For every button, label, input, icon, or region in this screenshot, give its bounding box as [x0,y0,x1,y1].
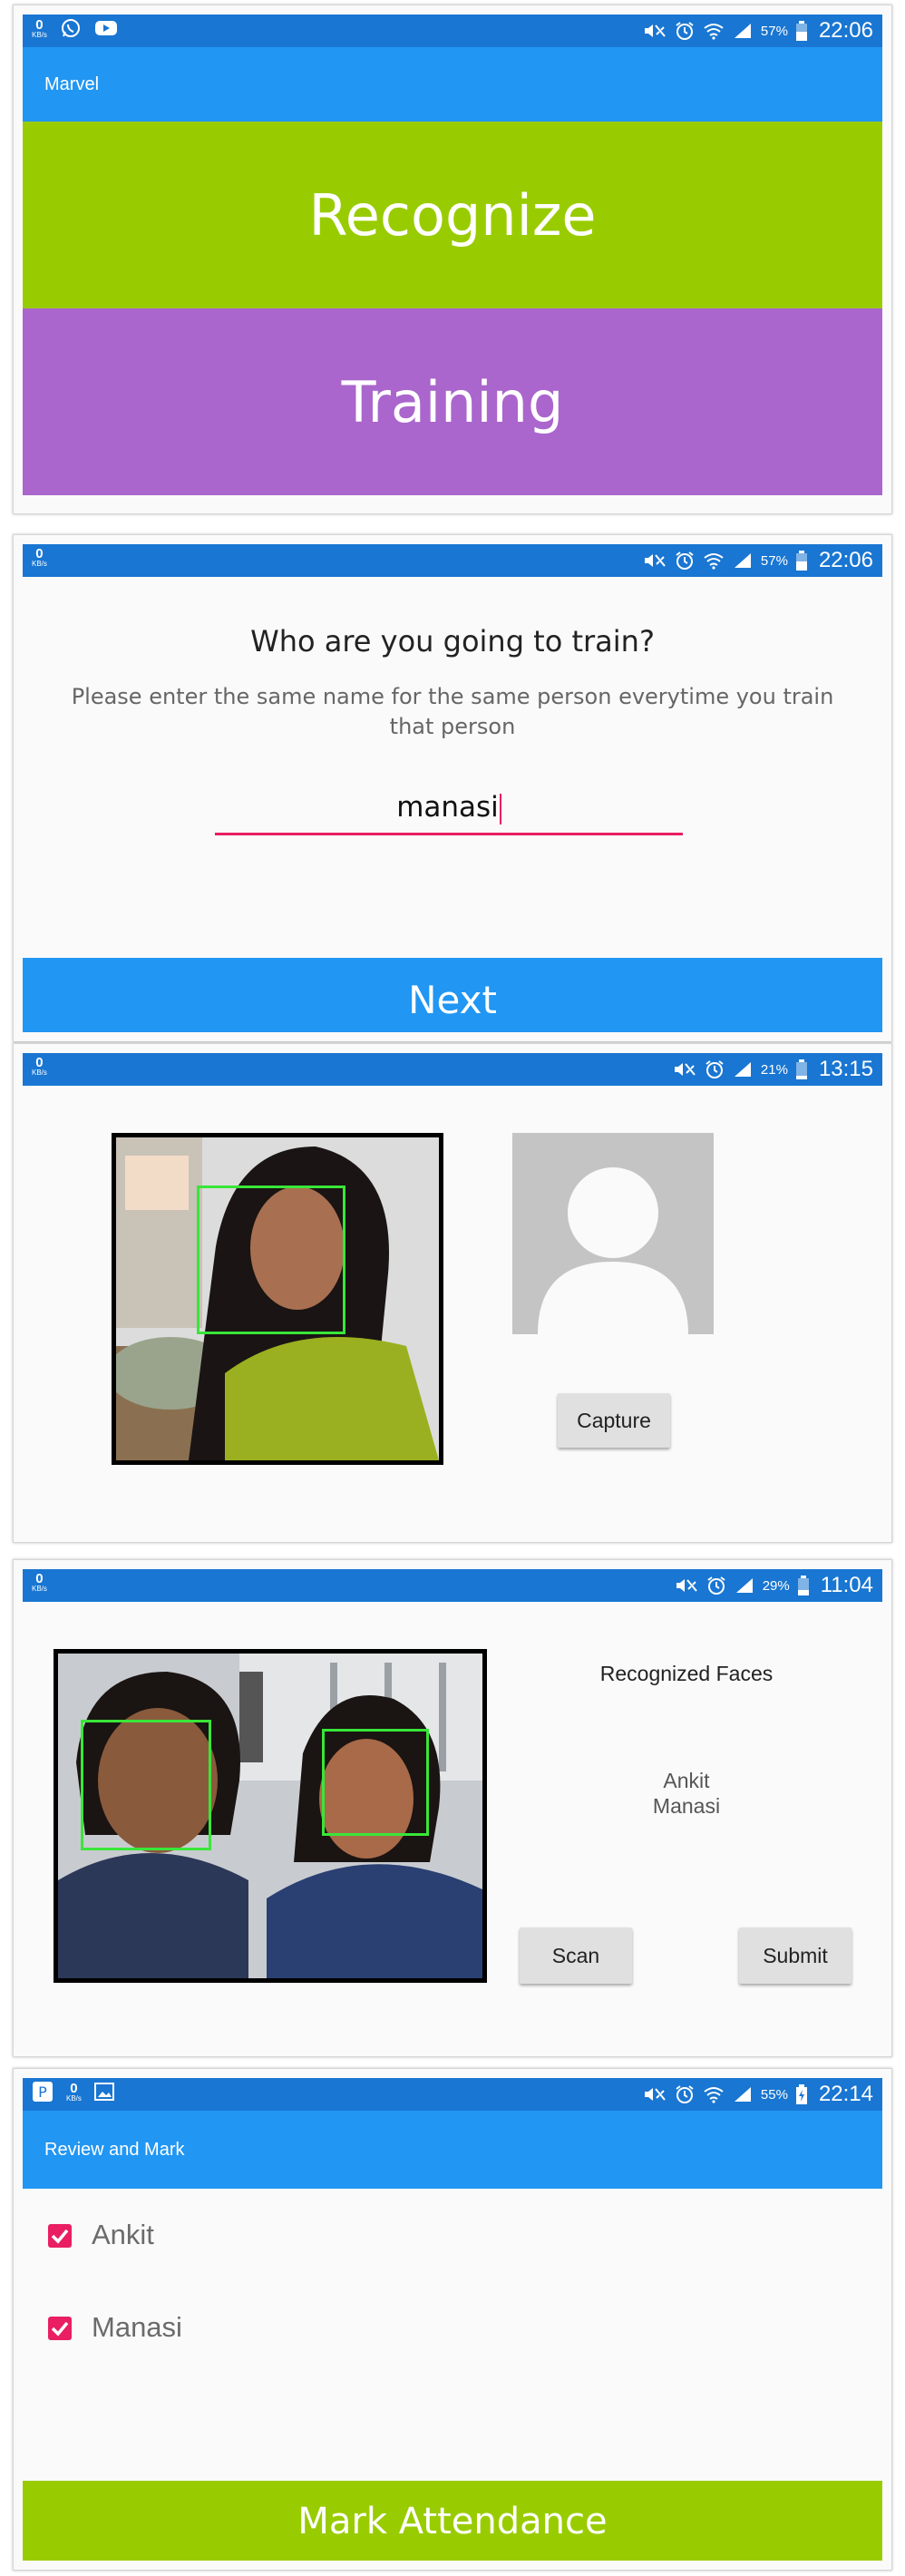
mute-icon [644,2088,666,2101]
training-button[interactable]: Training [23,308,882,495]
ankit-checkbox[interactable] [48,2224,72,2248]
recognize-button[interactable]: Recognize [23,122,882,308]
face-detection-box-manasi [322,1729,429,1836]
network-speed: 0 KB/s [32,16,47,39]
clock: 22:06 [818,548,873,572]
home-screen-panel: 0 KB/s 57% 22:06 Marvel Recognize Trainin… [13,5,892,514]
clock: 11:04 [820,1573,873,1597]
network-speed: 0 KB/s [32,546,47,568]
mute-icon [644,24,666,37]
whatsapp-icon [61,19,80,37]
text-cursor [499,793,501,825]
network-speed: 0 KB/s [66,2080,82,2103]
name-field[interactable]: manasi [215,791,683,835]
status-bar: 0 KB/s 57% 22:06 [23,544,882,577]
recognize-label: Recognize [308,181,597,249]
app-title: Marvel [44,74,100,94]
youtube-icon [94,21,117,35]
app-bar: Review and Mark [23,2111,882,2189]
battery-percent: 57% [760,552,788,569]
battery-icon [797,1576,809,1595]
clock: 22:14 [818,2082,873,2106]
person-silhouette-icon [538,1167,688,1334]
recognize-panel: 0 KB/s 29% 11:04 Recognized Faces Ankit … [13,1559,892,2057]
battery-percent: 57% [760,23,788,39]
recognized-face-ankit: Ankit [663,1769,710,1792]
signal-icon [734,24,751,38]
next-label: Next [408,977,497,1022]
capture-panel: 0 KB/s 21% 13:15 Capture [13,1043,892,1543]
network-speed: 0 KB/s [32,1055,47,1077]
review-panel: P 0 KB/s 55% 22:14 Review and Mark Ankit… [13,2068,892,2571]
battery-icon [795,1059,807,1079]
svg-text:P: P [38,2083,47,2101]
signal-icon [734,2087,751,2102]
alarm-icon [676,2085,694,2103]
alarm-icon [676,22,694,40]
face-detection-box [197,1186,345,1334]
train-name-panel: 0 KB/s 57% 22:06 Who are you going to tra… [13,534,892,1042]
mark-attendance-label: Mark Attendance [297,2501,608,2542]
battery-percent: 29% [762,1577,790,1594]
network-speed: 0 KB/s [32,1571,47,1593]
battery-icon [795,21,807,41]
scan-label: Scan [551,1943,600,1967]
recognized-faces-heading: Recognized Faces [599,1662,774,1685]
alarm-icon [706,1060,724,1078]
clock: 22:06 [818,18,873,43]
alarm-icon [676,551,694,570]
app-bar: Marvel [23,47,882,122]
train-heading: Who are you going to train? [250,624,655,659]
capture-label: Capture [577,1408,651,1432]
face-detection-box-ankit [81,1720,211,1850]
next-button[interactable]: Next [23,958,882,1032]
alarm-icon [707,1576,725,1595]
mark-attendance-button[interactable]: Mark Attendance [23,2481,882,2561]
status-bar: 0 KB/s 29% 11:04 [23,1569,882,1602]
camera-preview [112,1133,443,1465]
clock: 13:15 [818,1057,873,1081]
training-label: Training [341,368,564,435]
wifi-icon [704,2087,724,2103]
status-bar: P 0 KB/s 55% 22:14 [23,2078,882,2111]
manasi-label: Manasi [92,2311,182,2343]
submit-button[interactable]: Submit [739,1927,851,1984]
mute-icon [676,1579,697,1592]
battery-icon [795,551,807,571]
scan-button[interactable]: Scan [520,1927,632,1984]
charging-battery-icon [795,2084,807,2104]
recognition-preview [54,1649,487,1983]
battery-percent: 21% [760,1061,788,1078]
signal-icon [735,1578,753,1593]
ankit-label: Ankit [92,2219,154,2250]
wifi-icon [704,24,724,40]
train-instruction: Please enter the same name for the same … [71,684,834,739]
signal-icon [734,1062,751,1077]
p-badge-icon: P [33,2082,53,2102]
wifi-icon [704,553,724,570]
name-field-value: manasi [396,791,499,824]
recognized-face-manasi: Manasi [652,1794,721,1818]
mute-icon [644,554,666,567]
gallery-icon [93,2083,114,2101]
checkmark-icon [51,2229,69,2244]
mute-icon [674,1063,696,1076]
avatar-placeholder [512,1133,714,1334]
manasi-checkbox[interactable] [48,2317,72,2340]
status-bar: 0 KB/s 21% 13:15 [23,1053,882,1086]
battery-percent: 55% [760,2086,788,2103]
signal-icon [734,553,751,568]
submit-label: Submit [763,1943,828,1967]
status-bar: 0 KB/s 57% 22:06 [23,15,882,47]
review-title: Review and Mark [44,2140,185,2160]
capture-button[interactable]: Capture [558,1393,670,1448]
checkmark-icon [51,2321,69,2337]
